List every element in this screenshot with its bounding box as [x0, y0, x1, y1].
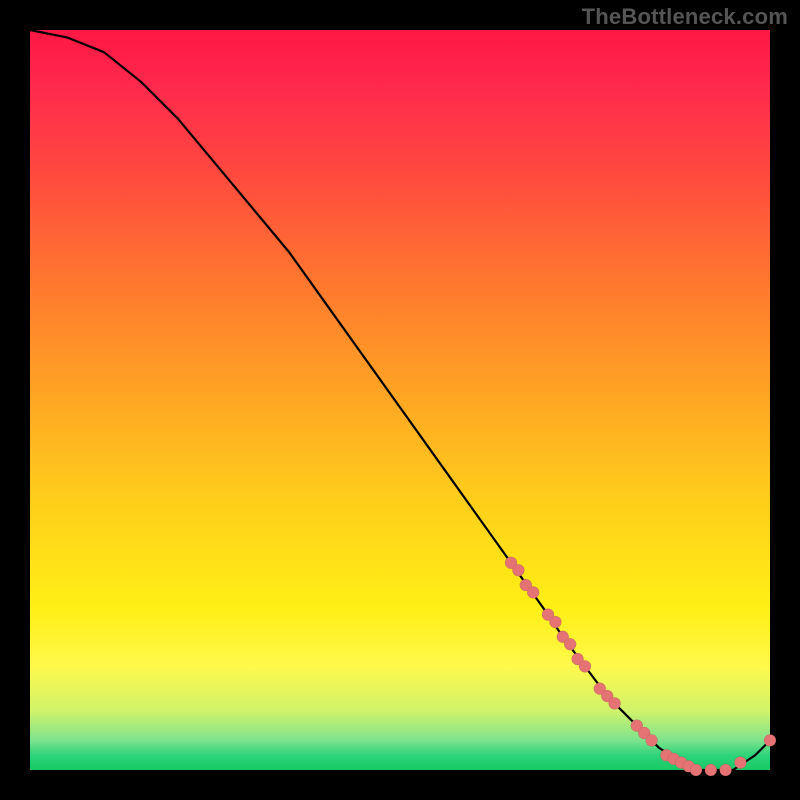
data-marker: [720, 764, 732, 776]
data-marker: [705, 764, 717, 776]
data-marker: [764, 734, 776, 746]
data-marker: [646, 734, 658, 746]
chart-frame: TheBottleneck.com: [0, 0, 800, 800]
data-marker: [609, 697, 621, 709]
chart-svg: [30, 30, 770, 770]
watermark-label: TheBottleneck.com: [582, 4, 788, 30]
data-marker: [564, 638, 576, 650]
plot-area: [30, 30, 770, 770]
data-marker: [549, 616, 561, 628]
bottleneck-curve: [30, 30, 770, 770]
data-marker: [527, 586, 539, 598]
marker-group: [505, 557, 776, 776]
data-marker: [690, 764, 702, 776]
data-marker: [579, 660, 591, 672]
data-marker: [734, 757, 746, 769]
data-marker: [512, 564, 524, 576]
